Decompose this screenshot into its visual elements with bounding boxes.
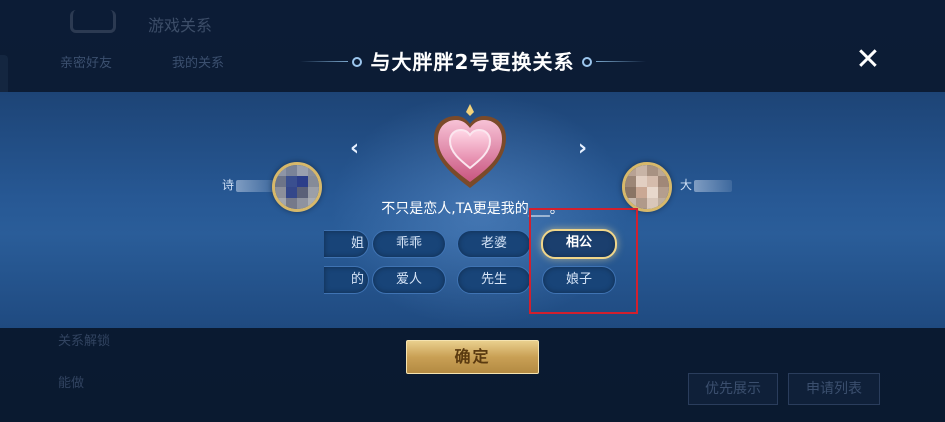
heart-emblem-icon: [434, 104, 506, 188]
relation-option[interactable]: 老婆: [457, 230, 531, 258]
back-icon: [70, 10, 116, 33]
right-player-name-text: 大: [680, 178, 693, 192]
relation-option[interactable]: 爱人: [372, 266, 446, 294]
previous-arrow-icon[interactable]: ‹: [350, 136, 359, 161]
relation-option[interactable]: 乖乖: [372, 230, 446, 258]
relation-sentence: 不只是恋人,TA更是我的___。: [381, 201, 564, 217]
modal-header: 与大胖胖2号更换关系: [0, 44, 945, 80]
left-player-name-text: 诗: [222, 178, 235, 192]
modal-title: 与大胖胖2号更换关系: [370, 50, 575, 74]
name-blur: [236, 179, 275, 192]
confirm-button[interactable]: 确定: [406, 340, 539, 374]
relation-option-partial[interactable]: 姐: [324, 230, 369, 258]
name-blur: [694, 179, 733, 192]
background-left-item: 能做: [58, 376, 85, 391]
close-icon[interactable]: ✕: [852, 44, 884, 76]
next-arrow-icon[interactable]: ›: [578, 136, 587, 161]
highlight-annotation: [529, 208, 638, 314]
relation-option-partial[interactable]: 的: [324, 266, 369, 294]
background-left-item: 关系解锁: [58, 334, 111, 349]
relation-option[interactable]: 先生: [457, 266, 531, 294]
right-player-name: 大: [680, 176, 733, 193]
background-priority-button: 优先展示: [688, 373, 778, 405]
left-player-name: 诗: [222, 176, 275, 193]
background-title: 游戏关系: [148, 16, 213, 35]
background-apply-list-button: 申请列表: [788, 373, 880, 405]
